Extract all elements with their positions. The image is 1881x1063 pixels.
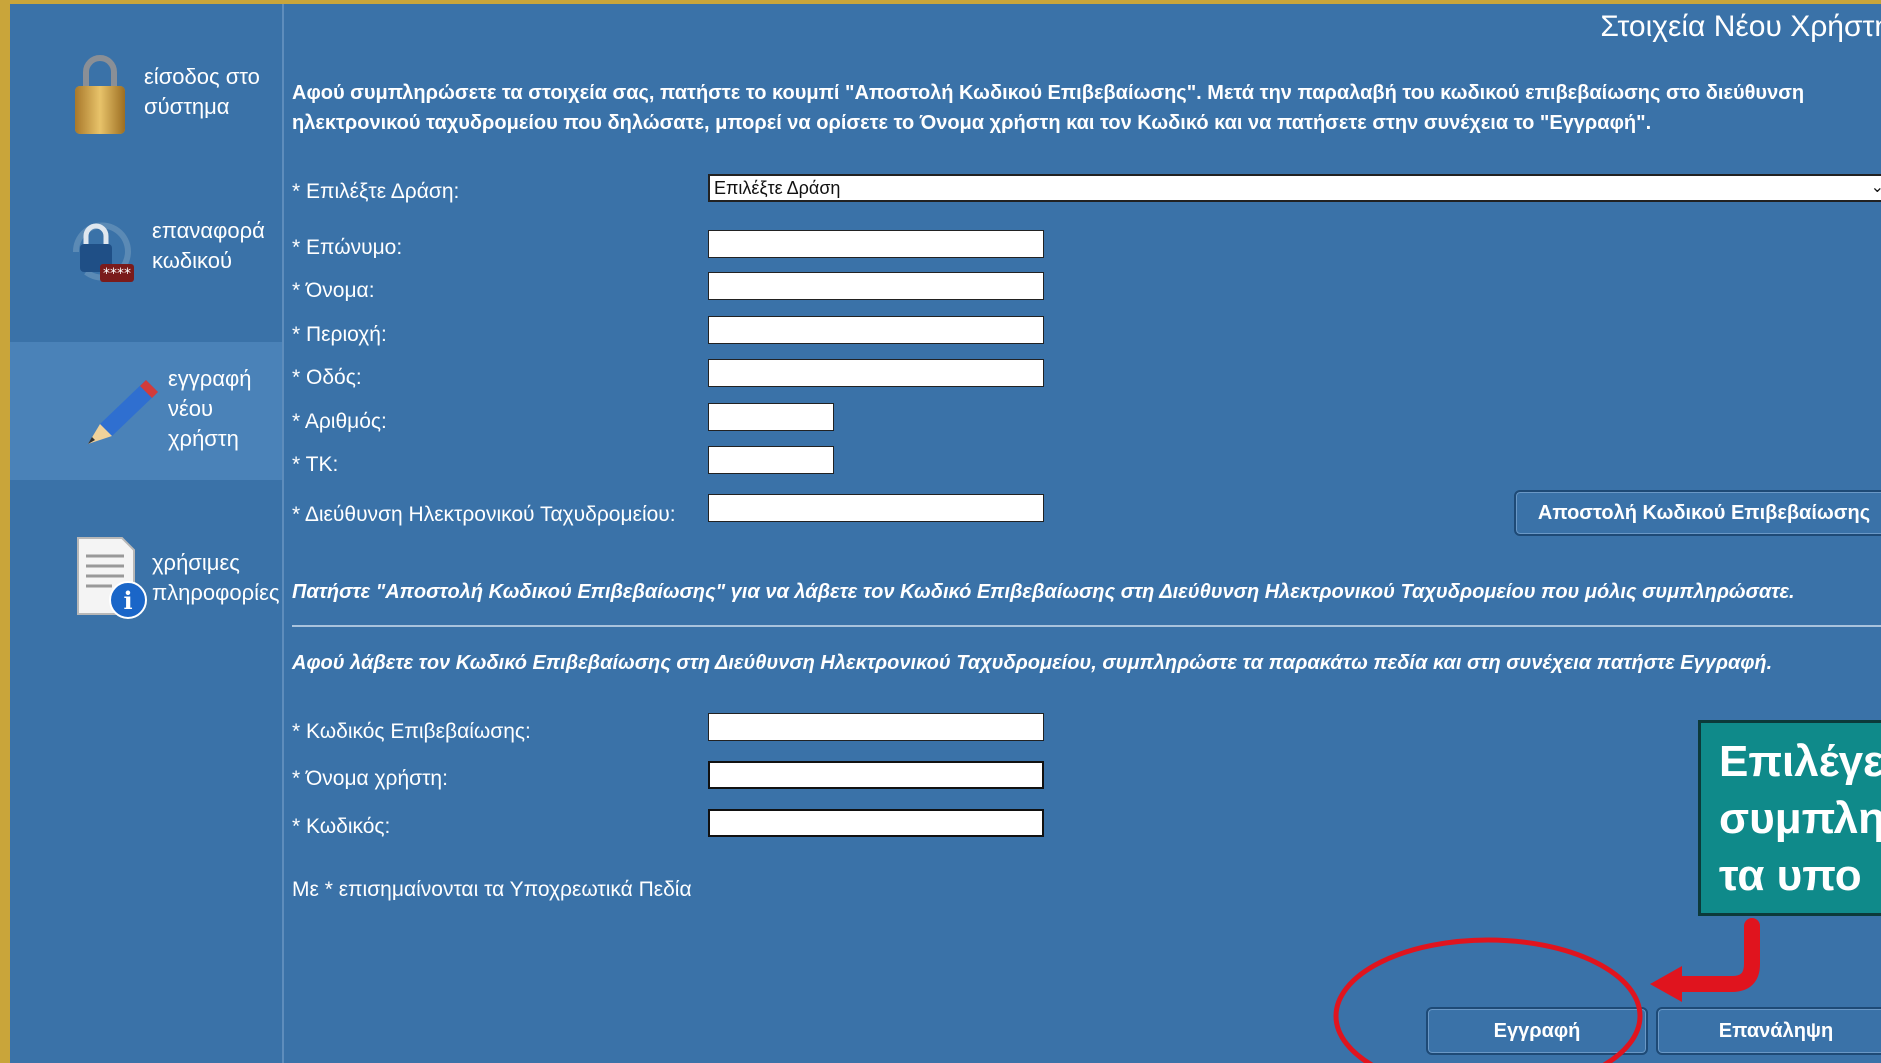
sidebar-item-label: χρήστη: [168, 426, 239, 451]
region-label: * Περιοχή:: [292, 323, 387, 346]
postcode-input[interactable]: [708, 446, 834, 474]
info-document-icon: i: [72, 534, 148, 625]
divider: [292, 625, 1881, 627]
number-input[interactable]: [708, 403, 834, 431]
reset-button[interactable]: Επανάληψη: [1656, 1007, 1881, 1055]
password-label: * Κωδικός:: [292, 815, 391, 838]
username-label: * Όνομα χρήστη:: [292, 767, 448, 790]
callout-line: τα υπο: [1719, 851, 1862, 900]
callout-line: συμπλη: [1719, 794, 1881, 843]
surname-label: * Επώνυμο:: [292, 236, 403, 259]
red-arrowhead: [1650, 966, 1682, 1002]
sidebar-item-label: είσοδος στο: [144, 64, 260, 89]
name-input[interactable]: [708, 272, 1044, 300]
send-confirmation-code-button[interactable]: Αποστολή Κωδικού Επιβεβαίωσης: [1514, 490, 1881, 536]
padlock-icon: [72, 52, 128, 141]
sidebar-item-label: κωδικού: [152, 248, 233, 273]
action-label: * Επιλέξτε Δράση:: [292, 180, 460, 203]
email-label: * Διεύθυνση Ηλεκτρονικού Ταχυδρομείου:: [292, 503, 676, 526]
sidebar-item-label: επαναφορά: [152, 218, 265, 243]
password-reset-icon: ****: [66, 212, 136, 293]
number-label: * Αριθμός:: [292, 410, 387, 433]
intro-text: Αφού συμπληρώσετε τα στοιχεία σας, πατήσ…: [292, 82, 1805, 134]
register-button[interactable]: Εγγραφή: [1426, 1007, 1648, 1055]
chevron-down-icon: ⌄: [1870, 179, 1881, 196]
surname-input[interactable]: [708, 230, 1044, 258]
action-select-value: Επιλέξτε Δράση: [714, 178, 841, 198]
callout-line: Επιλέγε: [1719, 737, 1881, 786]
name-label: * Όνομα:: [292, 279, 375, 302]
sidebar-item-label: νέου: [168, 396, 214, 421]
after-code-note: Αφού λάβετε τον Κωδικό Επιβεβαίωσης στη …: [292, 652, 1773, 674]
pencil-icon: [82, 374, 162, 453]
sidebar-item-label: πληροφορίες: [152, 580, 280, 605]
street-input[interactable]: [708, 359, 1044, 387]
sidebar-item-info[interactable]: i χρήσιμες πληροφορίες: [10, 524, 282, 634]
sidebar-item-label: σύστημα: [144, 94, 230, 119]
required-fields-note: Με * επισημαίνονται τα Υποχρεωτικά Πεδία: [292, 878, 692, 901]
sidebar-item-password-reset[interactable]: **** επαναφορά κωδικού: [10, 194, 282, 304]
region-input[interactable]: [708, 316, 1044, 344]
sidebar: είσοδος στο σύστημα **** επαναφορά κωδικ…: [10, 4, 284, 1063]
sidebar-item-login[interactable]: είσοδος στο σύστημα: [10, 34, 282, 154]
svg-text:****: ****: [103, 266, 131, 282]
action-select[interactable]: Επιλέξτε Δράση ⌄: [708, 174, 1881, 202]
page-title: Στοιχεία Νέου Χρήστη: [1600, 10, 1881, 43]
confirmation-code-input[interactable]: [708, 713, 1044, 741]
sidebar-item-label: εγγραφή: [168, 366, 252, 391]
email-input[interactable]: [708, 494, 1044, 522]
postcode-label: * ΤΚ:: [292, 453, 339, 476]
password-input[interactable]: [708, 809, 1044, 837]
street-label: * Οδός:: [292, 366, 362, 389]
confirmation-code-label: * Κωδικός Επιβεβαίωσης:: [292, 720, 531, 743]
red-arrow: [1666, 918, 1760, 992]
send-code-note: Πατήστε "Αποστολή Κωδικού Επιβεβαίωσης" …: [292, 581, 1795, 603]
sidebar-item-label: χρήσιμες: [152, 550, 240, 575]
sidebar-item-register[interactable]: εγγραφή νέου χρήστη: [10, 342, 282, 480]
username-input[interactable]: [708, 761, 1044, 789]
tutorial-callout: Επιλέγε συμπλη τα υπο: [1698, 720, 1881, 916]
svg-text:i: i: [123, 586, 132, 615]
registration-window: είσοδος στο σύστημα **** επαναφορά κωδικ…: [10, 4, 1881, 1063]
